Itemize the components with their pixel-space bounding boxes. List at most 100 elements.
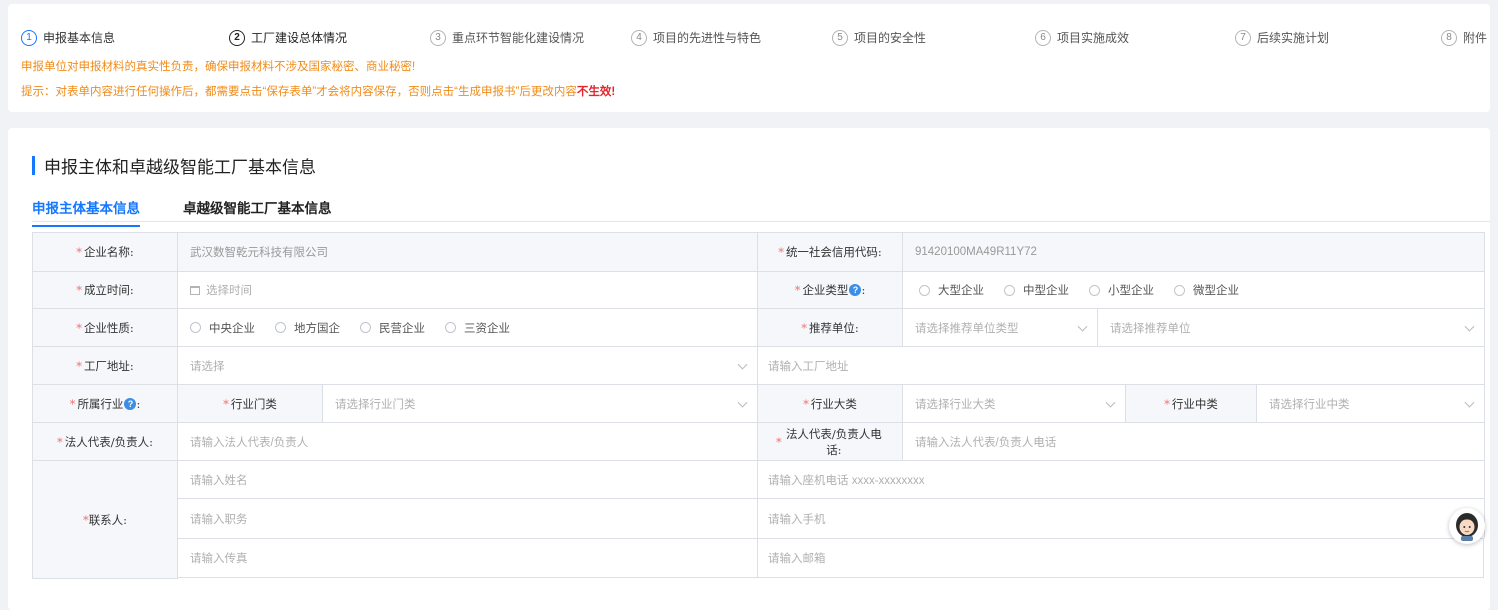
step-number: 8 xyxy=(1441,29,1457,46)
credit-code-label: * 统一社会信用代码: xyxy=(757,232,902,271)
tab-bar: 申报主体基本信息 卓越级智能工厂基本信息 xyxy=(32,196,1490,227)
step-label: 项目的先进性与特色 xyxy=(653,31,762,45)
section-title: 申报主体和卓越级智能工厂基本信息 xyxy=(32,155,316,178)
contact-fax-input[interactable]: 请输入传真 xyxy=(177,538,757,578)
title-accent-bar xyxy=(32,155,35,175)
industry-major-select[interactable]: 请选择行业大类 xyxy=(902,384,1125,422)
company-type-radio-group: 大型企业 中型企业 小型企业 微型企业 xyxy=(902,271,1484,308)
required-mark: * xyxy=(778,245,784,259)
legal-phone-label: * 法人代表/负责人电话: xyxy=(757,422,902,460)
factory-address-input[interactable]: 请输入工厂地址 xyxy=(757,346,1484,384)
step-number: 2 xyxy=(229,29,245,46)
step-label: 项目的安全性 xyxy=(854,31,927,45)
required-mark: * xyxy=(69,396,76,411)
contact-email-input[interactable]: 请输入邮箱 xyxy=(757,538,1484,578)
tab-factory-info[interactable]: 卓越级智能工厂基本信息 xyxy=(183,197,332,217)
radio-circle xyxy=(190,322,201,333)
radio-private[interactable]: 民营企业 xyxy=(360,320,425,336)
step-1[interactable]: 1 申报基本信息 xyxy=(21,29,115,46)
required-mark: * xyxy=(57,434,63,449)
steps-card: 1 申报基本信息 2 工厂建设总体情况 3 重点环节智能化建设情况 4 项目的先… xyxy=(8,4,1490,112)
help-icon[interactable]: ? xyxy=(124,397,137,410)
step-8[interactable]: 8 附件 xyxy=(1441,29,1487,46)
chevron-down-icon xyxy=(1105,397,1116,408)
chevron-down-icon xyxy=(737,359,748,370)
contact-mobile-input[interactable]: 请输入手机 xyxy=(757,498,1484,538)
chevron-down-icon xyxy=(1464,321,1475,332)
radio-foreign[interactable]: 三资企业 xyxy=(445,320,510,336)
contact-title-input[interactable]: 请输入职务 xyxy=(177,498,757,538)
assistant-face-icon xyxy=(1456,513,1478,541)
required-mark: * xyxy=(1164,396,1170,411)
radio-circle xyxy=(445,322,456,333)
industry-major-label: * 行业大类 xyxy=(757,384,902,422)
step-7[interactable]: 7 后续实施计划 xyxy=(1235,29,1329,46)
step-label: 申报基本信息 xyxy=(43,31,116,45)
nature-label: * 企业性质: xyxy=(32,308,177,346)
industry-category-select[interactable]: 请选择行业门类 xyxy=(322,384,757,422)
credit-code-field[interactable]: 91420100MA49R11Y72 xyxy=(902,232,1484,271)
calendar-icon xyxy=(190,285,200,295)
contact-name-input[interactable]: 请输入姓名 xyxy=(177,460,757,498)
step-label: 重点环节智能化建设情况 xyxy=(452,31,585,45)
factory-address-label: * 工厂地址: xyxy=(32,346,177,384)
legal-rep-input[interactable]: 请输入法人代表/负责人 xyxy=(177,422,757,460)
step-4[interactable]: 4 项目的先进性与特色 xyxy=(631,29,761,46)
required-mark: * xyxy=(76,245,82,259)
help-icon[interactable]: ? xyxy=(849,284,862,296)
chevron-down-icon xyxy=(1077,321,1088,332)
legal-rep-label: * 法人代表/负责人: xyxy=(32,422,177,460)
chevron-down-icon xyxy=(737,397,748,408)
industry-category-label: * 行业门类 xyxy=(177,384,322,422)
required-mark: * xyxy=(223,396,229,411)
step-label: 后续实施计划 xyxy=(1257,31,1330,45)
save-hint-notice: 提示：对表单内容进行任何操作后，都需要点击“保存表单”才会将内容保存，否则点击“… xyxy=(21,83,615,99)
radio-central-soe[interactable]: 中央企业 xyxy=(190,320,255,336)
industry-middle-label: * 行业中类 xyxy=(1125,384,1256,422)
industry-middle-select[interactable]: 请选择行业中类 xyxy=(1256,384,1484,422)
step-number: 6 xyxy=(1035,29,1051,46)
company-name-label: * 企业名称: xyxy=(32,232,177,271)
established-label: * 成立时间: xyxy=(32,271,177,308)
radio-circle xyxy=(1089,284,1100,296)
step-label: 项目实施成效 xyxy=(1057,31,1130,45)
recommender-label: * 推荐单位: xyxy=(757,308,902,346)
section-title-text: 申报主体和卓越级智能工厂基本信息 xyxy=(44,157,316,178)
required-mark: * xyxy=(801,320,807,335)
chevron-down-icon xyxy=(1464,397,1475,408)
radio-medium-enterprise[interactable]: 中型企业 xyxy=(1004,282,1069,298)
step-number: 7 xyxy=(1235,29,1251,46)
required-mark: * xyxy=(776,434,782,449)
applicant-form: * 企业名称: 武汉数智乾元科技有限公司 * 统一社会信用代码: 91420100M… xyxy=(32,232,1485,598)
radio-circle xyxy=(1174,284,1185,296)
step-2[interactable]: 2 工厂建设总体情况 xyxy=(229,29,347,46)
radio-circle xyxy=(919,284,930,296)
step-6[interactable]: 6 项目实施成效 xyxy=(1035,29,1129,46)
assistant-avatar[interactable] xyxy=(1449,508,1485,544)
required-mark: * xyxy=(794,283,801,297)
recommender-type-select[interactable]: 请选择推荐单位类型 xyxy=(902,308,1097,346)
factory-region-select[interactable]: 请选择 xyxy=(177,346,757,384)
step-3[interactable]: 3 重点环节智能化建设情况 xyxy=(430,29,584,46)
nature-radio-group: 中央企业 地方国企 民营企业 三资企业 xyxy=(177,308,757,346)
radio-small-enterprise[interactable]: 小型企业 xyxy=(1089,282,1154,298)
save-hint-emphasis: 不生效! xyxy=(576,86,616,98)
tab-applicant-info[interactable]: 申报主体基本信息 xyxy=(32,197,140,227)
contact-landline-input[interactable]: 请输入座机电话 xxxx-xxxxxxxx xyxy=(757,460,1484,498)
main-card: 申报主体和卓越级智能工厂基本信息 申报主体基本信息 卓越级智能工厂基本信息 * 企… xyxy=(8,128,1490,610)
recommender-unit-select[interactable]: 请选择推荐单位 xyxy=(1097,308,1484,346)
established-date-picker[interactable]: 选择时间 xyxy=(177,271,757,308)
company-type-label: * 企业类型?: xyxy=(757,271,902,308)
radio-large-enterprise[interactable]: 大型企业 xyxy=(919,282,984,298)
save-hint-text: 提示：对表单内容进行任何操作后，都需要点击“保存表单”才会将内容保存，否则点击“… xyxy=(21,86,577,98)
radio-circle xyxy=(1004,284,1015,296)
step-number: 4 xyxy=(631,29,647,46)
legal-phone-input[interactable]: 请输入法人代表/负责人电话 xyxy=(902,422,1484,460)
step-label: 附件 xyxy=(1463,31,1488,45)
step-number: 1 xyxy=(21,29,37,46)
company-name-field[interactable]: 武汉数智乾元科技有限公司 xyxy=(177,232,757,271)
step-5[interactable]: 5 项目的安全性 xyxy=(832,29,926,46)
confidentiality-notice: 申报单位对申报材料的真实性负责，确保申报材料不涉及国家秘密、商业秘密! xyxy=(21,61,416,73)
radio-micro-enterprise[interactable]: 微型企业 xyxy=(1174,282,1239,298)
radio-local-soe[interactable]: 地方国企 xyxy=(275,320,340,336)
